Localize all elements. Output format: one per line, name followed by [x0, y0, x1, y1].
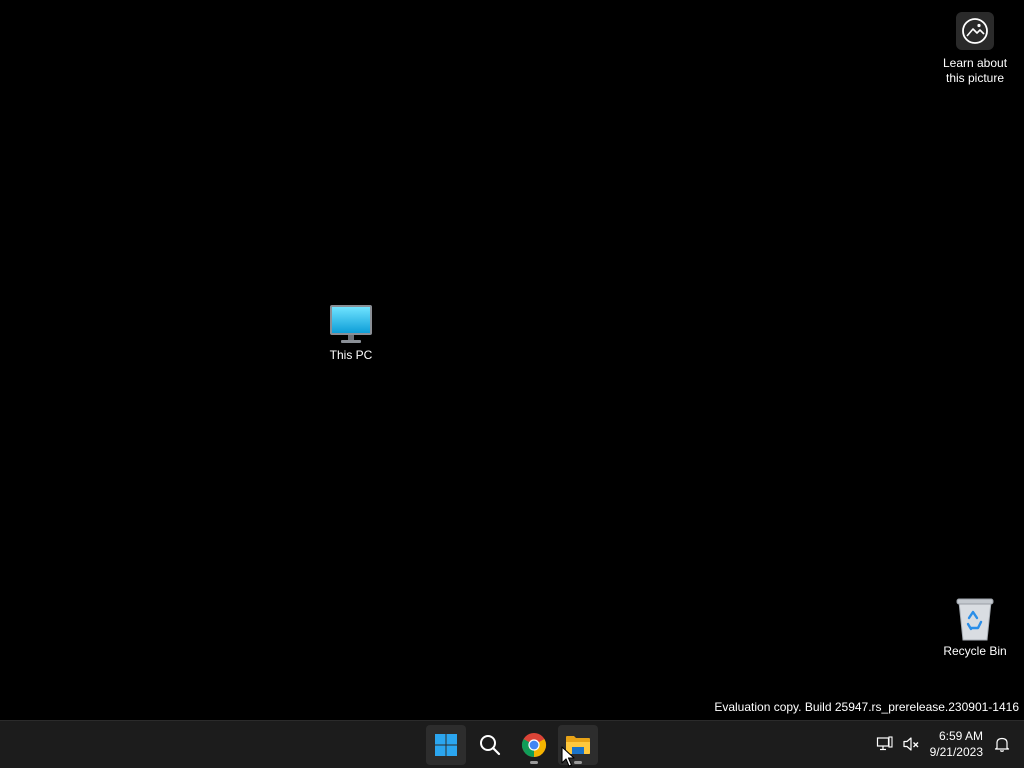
desktop-icon-this-pc[interactable]: This PC: [313, 304, 389, 363]
network-icon: [876, 736, 893, 751]
learn-about-picture-shortcut[interactable]: Learn about this picture: [937, 12, 1013, 86]
camera-circle-icon: [956, 12, 994, 50]
recycle-bin-label: Recycle Bin: [943, 644, 1007, 658]
desktop-icon-recycle-bin[interactable]: Recycle Bin: [937, 596, 1013, 659]
chrome-running-indicator: [530, 761, 538, 764]
desktop[interactable]: Learn about this picture This PC Recycle…: [0, 0, 1024, 720]
volume-button[interactable]: [899, 732, 923, 756]
mouse-pointer-icon: [561, 746, 575, 767]
system-tray: 6:59 AM 9/21/2023: [872, 721, 1024, 767]
windows-logo-icon: [435, 734, 457, 756]
volume-muted-icon: [903, 737, 919, 751]
bell-icon: [994, 737, 1010, 752]
chrome-taskbar-button[interactable]: [514, 725, 554, 765]
search-icon: [480, 735, 501, 756]
clock-date: 9/21/2023: [929, 745, 983, 759]
evaluation-watermark: Evaluation copy. Build 25947.rs_prerelea…: [714, 700, 1019, 714]
start-button[interactable]: [426, 725, 466, 765]
taskbar-clock[interactable]: 6:59 AM 9/21/2023: [930, 728, 983, 760]
learn-about-picture-label: Learn about this picture: [942, 56, 1008, 85]
notifications-button[interactable]: [990, 732, 1014, 756]
chrome-icon: [521, 733, 547, 757]
monitor-icon: [330, 305, 372, 343]
taskbar: 6:59 AM 9/21/2023: [0, 720, 1024, 768]
recycle-bin-icon: [956, 598, 994, 641]
network-button[interactable]: [873, 732, 897, 756]
explorer-running-indicator: [574, 761, 582, 764]
clock-time: 6:59 AM: [938, 729, 983, 743]
this-pc-label: This PC: [329, 348, 373, 362]
search-button[interactable]: [470, 725, 510, 765]
